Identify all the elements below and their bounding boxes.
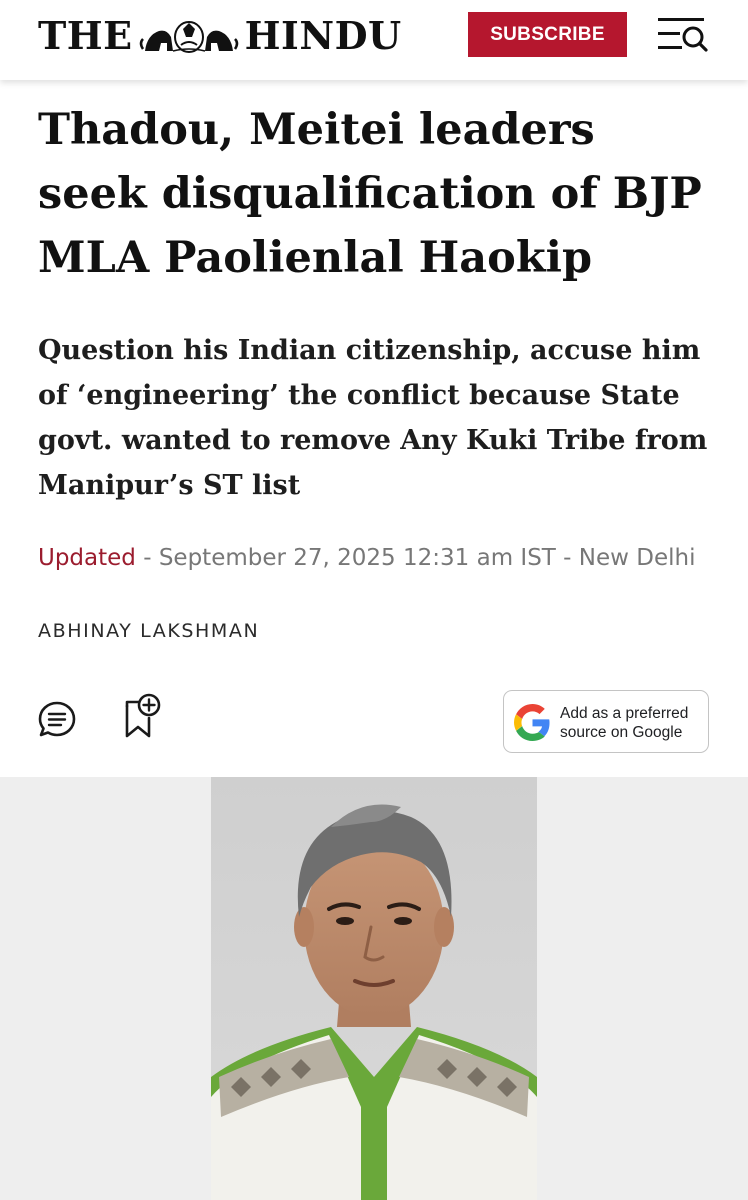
author-byline[interactable]: ABHINAY LAKSHMAN	[38, 620, 259, 642]
google-pref-label: Add as a preferred source on Google	[560, 704, 706, 742]
menu-search-icon[interactable]	[656, 15, 708, 55]
article-subheadline: Question his Indian citizenship, accuse …	[38, 335, 708, 501]
article-meta: Updated - September 27, 2025 12:31 am IS…	[38, 538, 728, 578]
article-photo	[211, 777, 537, 1200]
article-location: New Delhi	[578, 545, 696, 571]
bookmark-add-icon[interactable]	[122, 692, 162, 740]
article-timestamp: September 27, 2025 12:31 am IST	[158, 545, 556, 571]
google-pref-line-2: source on Google	[560, 724, 683, 741]
add-preferred-source-google-button[interactable]: Add as a preferred source on Google	[503, 690, 709, 753]
meta-separator-2: -	[555, 545, 579, 571]
article-headline: Thadou, Meitei leaders seek disqualifica…	[38, 105, 702, 283]
site-header: THE HINDU SUBSCRIBE	[0, 0, 748, 80]
google-pref-line-1: Add as a preferred	[560, 705, 689, 722]
meta-separator-1: -	[135, 545, 159, 571]
updated-label: Updated	[38, 545, 136, 571]
logo-word-the: THE	[38, 13, 133, 58]
comment-icon[interactable]	[37, 700, 77, 740]
logo-word-hindu: HINDU	[244, 13, 402, 58]
google-g-icon	[514, 704, 550, 741]
article-image-band	[0, 777, 748, 1200]
subscribe-button[interactable]: SUBSCRIBE	[468, 12, 627, 57]
logo-emblem-icon	[139, 21, 238, 53]
site-logo[interactable]: THE HINDU	[38, 14, 402, 58]
